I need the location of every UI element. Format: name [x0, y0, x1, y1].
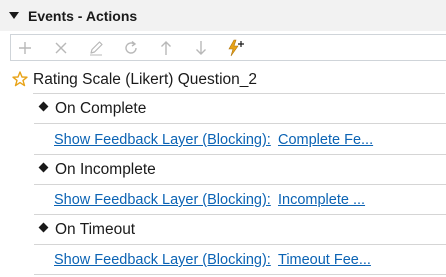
action-target-link[interactable]: Complete Fe... — [278, 131, 373, 149]
event-label: On Incomplete — [55, 161, 156, 178]
panel-title: Events - Actions — [28, 8, 138, 24]
refresh-icon[interactable] — [122, 39, 140, 57]
divider — [34, 274, 446, 275]
diamond-icon — [38, 222, 49, 233]
tree-item-question[interactable]: Rating Scale (Likert) Question_2 — [0, 66, 446, 93]
event-label: On Timeout — [55, 221, 136, 238]
event-label: On Complete — [55, 100, 147, 117]
action-type-link[interactable]: Show Feedback Layer (Blocking): — [54, 191, 271, 209]
lightning-plus-icon[interactable] — [226, 39, 246, 57]
close-icon[interactable] — [52, 39, 70, 57]
star-icon — [12, 71, 28, 92]
action-target-link[interactable]: Timeout Fee... — [278, 251, 371, 269]
tree-item-event-on-incomplete[interactable]: On Incomplete — [0, 155, 446, 183]
arrow-down-icon[interactable] — [192, 39, 210, 57]
action-type-link[interactable]: Show Feedback Layer (Blocking): — [54, 251, 271, 269]
collapse-triangle-icon[interactable] — [9, 12, 19, 19]
question-label: Rating Scale (Likert) Question_2 — [33, 71, 258, 88]
tree-item-event-on-complete[interactable]: On Complete — [0, 95, 446, 123]
tree-item-action[interactable]: Show Feedback Layer (Blocking): Complete… — [0, 124, 446, 154]
plus-icon[interactable] — [16, 39, 34, 57]
diamond-icon — [38, 162, 49, 173]
action-type-link[interactable]: Show Feedback Layer (Blocking): — [54, 131, 271, 149]
diamond-icon — [38, 101, 49, 112]
pencil-icon[interactable] — [87, 39, 105, 57]
panel-header: Events - Actions — [0, 0, 446, 31]
arrow-up-icon[interactable] — [157, 39, 175, 57]
tree-item-event-on-timeout[interactable]: On Timeout — [0, 215, 446, 244]
divider — [33, 93, 445, 94]
action-target-link[interactable]: Incomplete ... — [278, 191, 365, 209]
actions-toolbar — [10, 34, 446, 61]
tree-item-action[interactable]: Show Feedback Layer (Blocking): Incomple… — [0, 185, 446, 215]
tree-item-action[interactable]: Show Feedback Layer (Blocking): Timeout … — [0, 245, 446, 275]
